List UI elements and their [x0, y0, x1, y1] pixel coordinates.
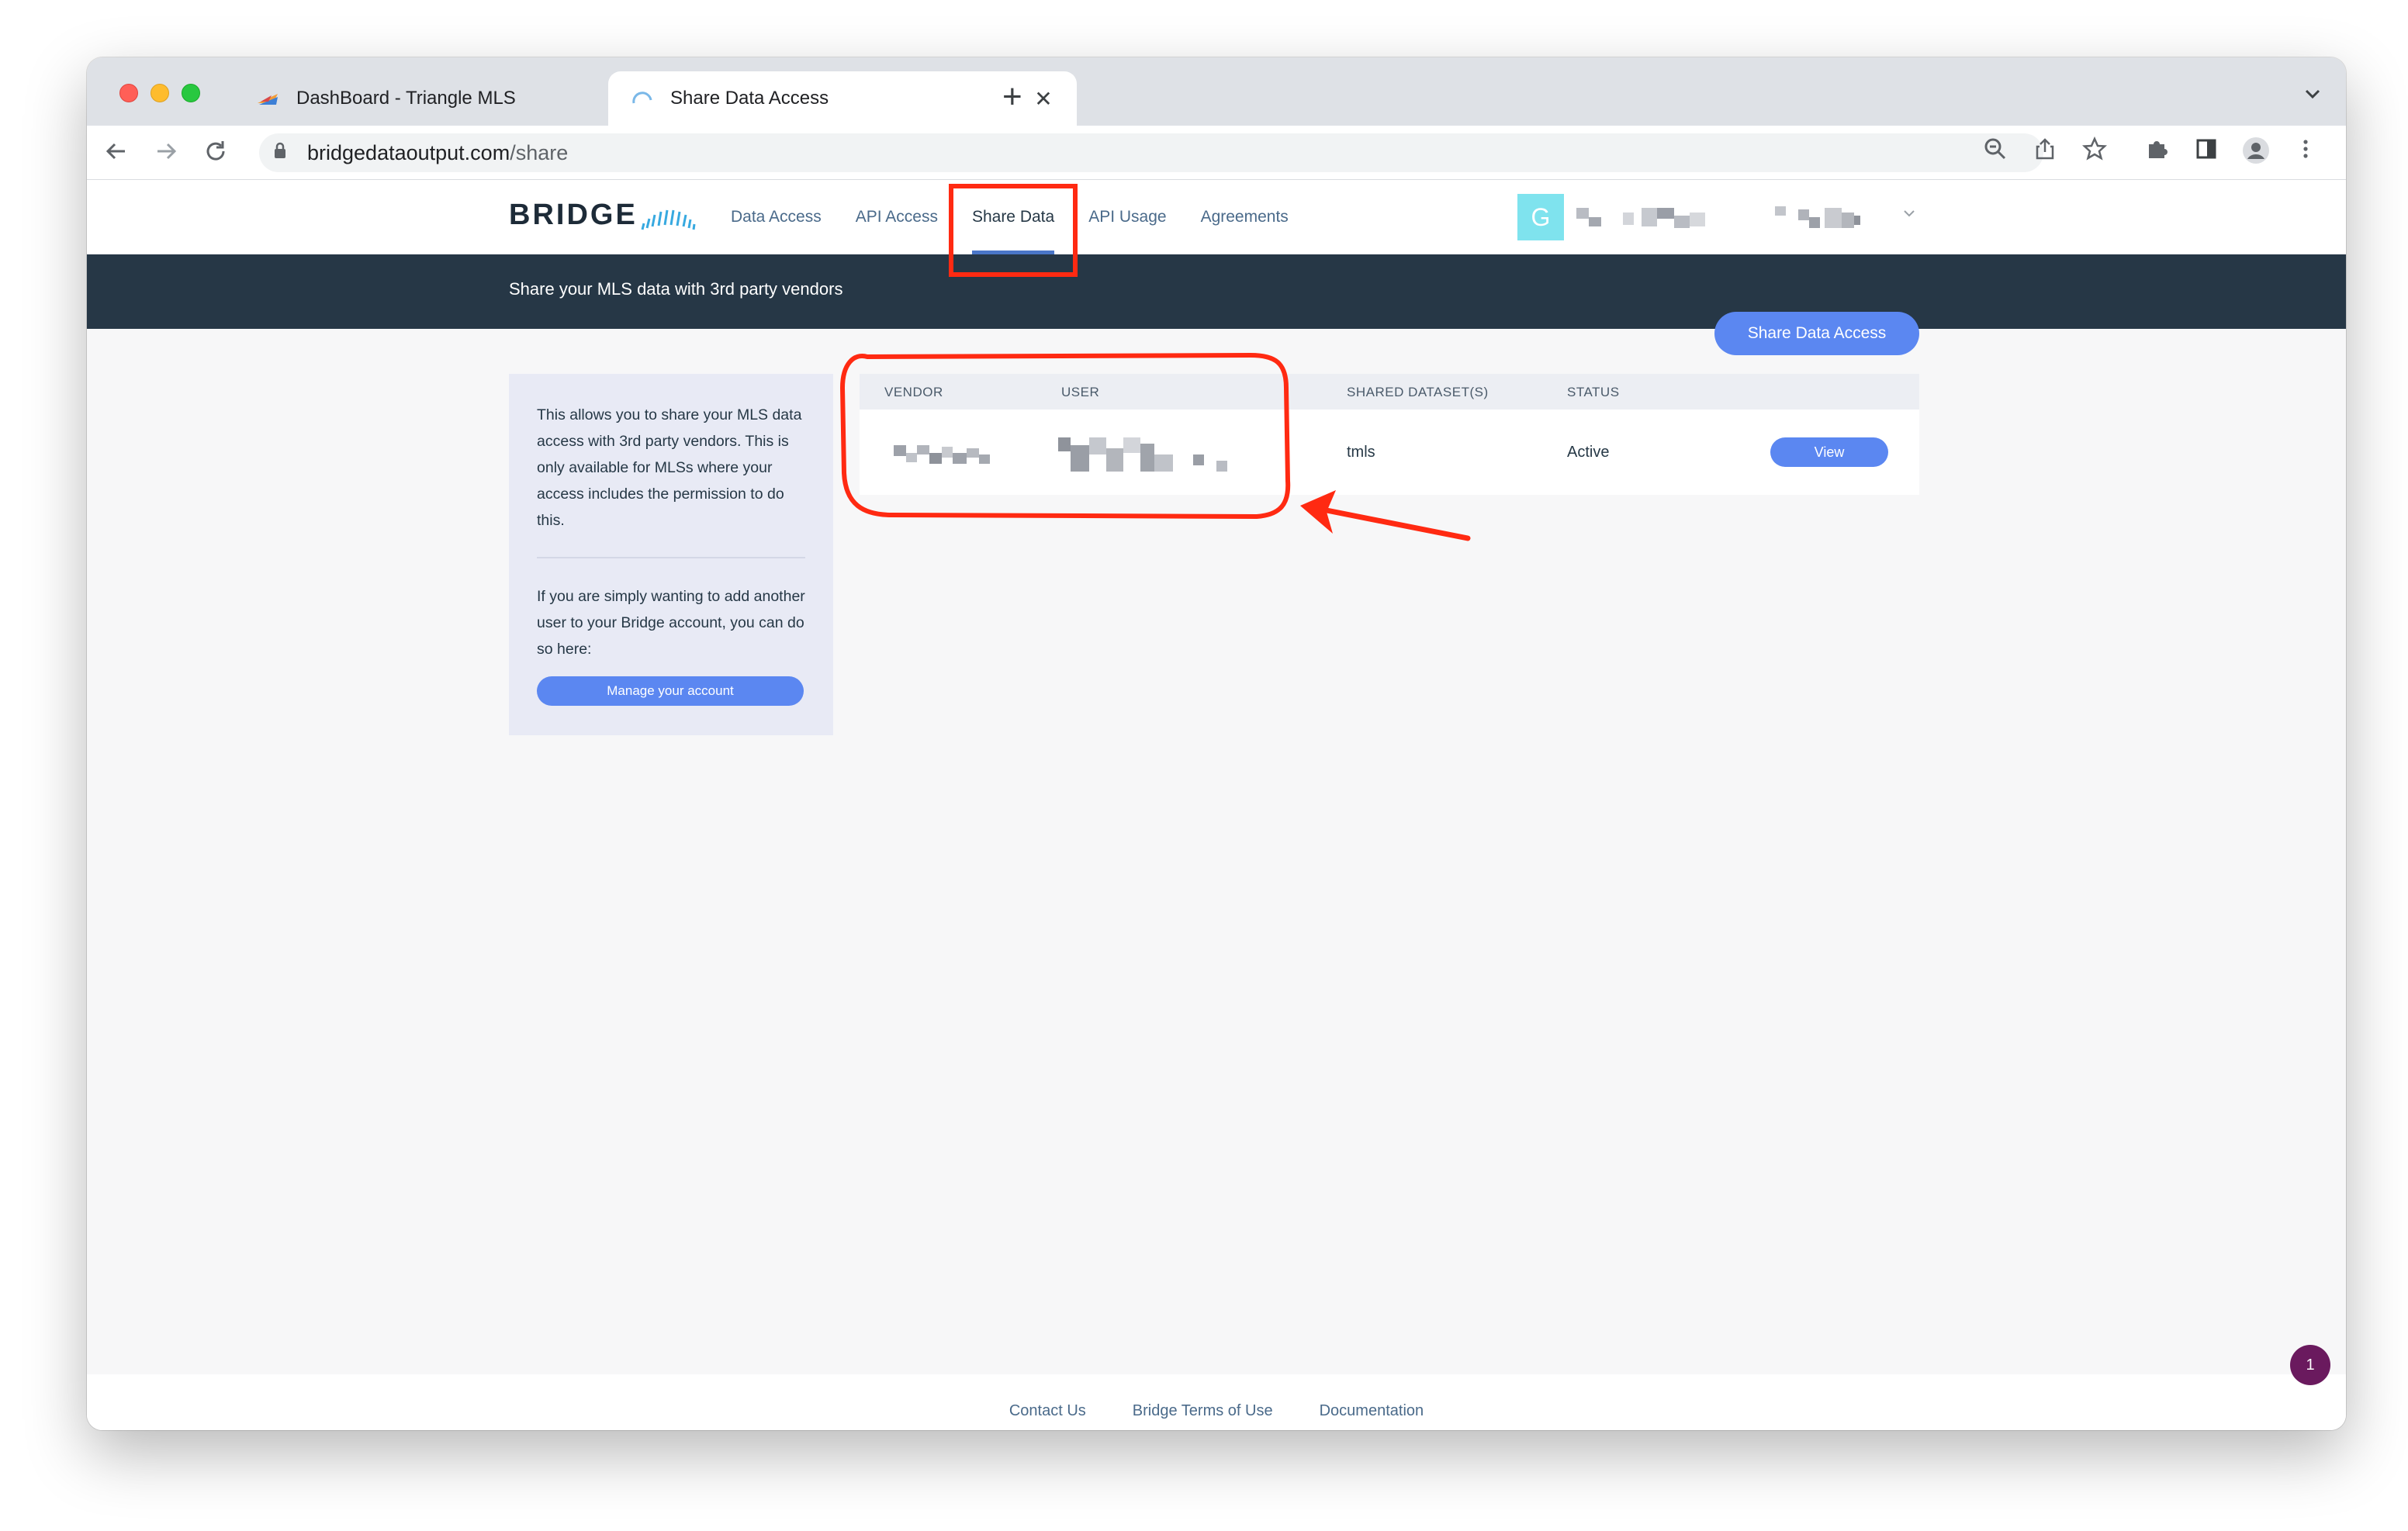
back-arrow-icon[interactable] [101, 138, 132, 171]
zoom-window-button[interactable] [182, 84, 200, 102]
header-status: STATUS [1567, 385, 1620, 399]
account-chevron-down-icon[interactable] [1902, 206, 1916, 225]
share-data-access-button[interactable]: Share Data Access [1714, 312, 1919, 355]
profile-avatar-icon[interactable] [2240, 137, 2271, 168]
browser-toolbar: bridgedataoutput.com/share [87, 126, 2346, 180]
lock-icon [273, 142, 296, 164]
nav-agreements[interactable]: Agreements [1184, 180, 1306, 254]
more-menu-icon[interactable] [2290, 137, 2321, 168]
share-icon[interactable] [2029, 137, 2060, 168]
new-tab-button[interactable]: + [1002, 78, 1022, 116]
app-navbar: BRIDGE Data Access API Access Share Data… [87, 180, 2346, 254]
browser-window: DashBoard - Triangle MLS ✕ Share Data Ac… [87, 57, 2346, 1430]
nav-api-usage[interactable]: API Usage [1071, 180, 1183, 254]
tab-close-icon[interactable]: ✕ [1032, 86, 1055, 112]
info-description: This allows you to share your MLS data a… [537, 406, 802, 529]
footer-terms-link[interactable]: Bridge Terms of Use [1133, 1402, 1273, 1420]
user-avatar[interactable]: G [1517, 194, 1564, 240]
footer-contact-us-link[interactable]: Contact Us [1009, 1402, 1086, 1420]
table-header: VENDOR USER SHARED DATASET(S) STATUS [860, 374, 1919, 410]
header-vendor: VENDOR [884, 385, 943, 399]
footer-documentation-link[interactable]: Documentation [1320, 1402, 1424, 1420]
main-nav: Data Access API Access Share Data API Us… [714, 180, 1306, 254]
footer-links: Contact Us Bridge Terms of Use Documenta… [87, 1402, 2346, 1420]
page-banner: Share your MLS data with 3rd party vendo… [87, 254, 2346, 329]
nav-share-data[interactable]: Share Data [955, 180, 1071, 254]
nav-api-access[interactable]: API Access [839, 180, 955, 254]
info-divider [537, 557, 805, 558]
shares-table: VENDOR USER SHARED DATASET(S) STATUS tml… [860, 374, 1919, 495]
banner-text: Share your MLS data with 3rd party vendo… [509, 279, 843, 299]
url-text: bridgedataoutput.com/share [307, 140, 569, 164]
dataset-cell: tmls [1347, 444, 1375, 461]
bridge-arc-icon [641, 209, 696, 230]
bridge-logo[interactable]: BRIDGE [509, 199, 697, 232]
nav-data-access[interactable]: Data Access [714, 180, 839, 254]
footer: Contact Us Bridge Terms of Use Documenta… [87, 1374, 2346, 1430]
page-content: BRIDGE Data Access API Access Share Data… [87, 180, 2346, 1430]
status-cell: Active [1567, 444, 1610, 461]
zoom-icon[interactable] [1980, 137, 2011, 168]
bookmark-star-icon[interactable] [2079, 136, 2110, 168]
tab-strip: DashBoard - Triangle MLS ✕ Share Data Ac… [87, 57, 2346, 126]
forward-arrow-icon[interactable] [150, 138, 182, 171]
view-button[interactable]: View [1770, 437, 1888, 467]
triangle-mls-favicon-icon [256, 86, 281, 111]
tab-search-chevron-icon[interactable] [2302, 84, 2323, 109]
header-user: USER [1061, 385, 1100, 399]
tab-label: DashBoard - Triangle MLS [296, 88, 516, 109]
close-window-button[interactable] [119, 84, 138, 102]
tab-label: Share Data Access [670, 88, 829, 109]
info-add-user-text: If you are simply wanting to add another… [537, 588, 805, 658]
extensions-puzzle-icon[interactable] [2141, 137, 2172, 168]
loading-spinner-icon [630, 86, 655, 111]
side-panel-icon[interactable] [2191, 137, 2222, 168]
header-shared-datasets: SHARED DATASET(S) [1347, 385, 1489, 399]
address-bar[interactable]: bridgedataoutput.com/share [259, 133, 2043, 172]
minimize-window-button[interactable] [150, 84, 169, 102]
notification-badge[interactable]: 1 [2290, 1345, 2330, 1385]
info-card: This allows you to share your MLS data a… [509, 374, 833, 735]
reload-icon[interactable] [200, 138, 231, 171]
manage-account-button[interactable]: Manage your account [537, 676, 804, 706]
